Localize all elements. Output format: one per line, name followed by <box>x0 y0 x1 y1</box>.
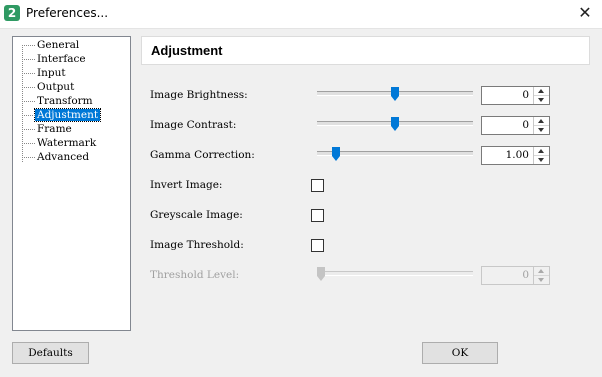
defaults-button[interactable]: Defaults <box>12 342 89 364</box>
brightness-label: Image Brightness: <box>150 89 248 101</box>
panel-header: Adjustment <box>141 36 590 65</box>
threshold-level-slider-thumb <box>317 267 325 281</box>
threshold-level-value: 0 <box>522 269 529 281</box>
gamma-spinbox[interactable]: 1.00 <box>481 146 550 165</box>
gamma-slider-thumb[interactable] <box>331 147 340 161</box>
gamma-down-icon[interactable] <box>534 156 549 164</box>
greyscale-checkbox[interactable] <box>311 209 324 222</box>
gamma-slider-track[interactable] <box>317 151 473 156</box>
category-tree[interactable]: General Interface Input Output Transform… <box>12 36 131 331</box>
brightness-slider-thumb[interactable] <box>391 87 399 101</box>
app-icon: 2 <box>4 5 20 21</box>
window-title: Preferences... <box>26 6 109 20</box>
invert-checkbox[interactable] <box>311 179 324 192</box>
contrast-down-icon[interactable] <box>534 126 549 134</box>
contrast-value[interactable]: 0 <box>522 119 529 131</box>
tree-item-interface[interactable]: Interface <box>19 53 88 66</box>
threshold-level-down-icon <box>534 276 549 284</box>
tree-item-advanced[interactable]: Advanced <box>19 151 91 164</box>
tree-item-output[interactable]: Output <box>19 81 76 94</box>
invert-label: Invert Image: <box>150 179 223 191</box>
brightness-down-icon[interactable] <box>534 96 549 104</box>
contrast-label: Image Contrast: <box>150 119 237 131</box>
threshold-level-slider-track <box>317 271 473 276</box>
tree-item-frame[interactable]: Frame <box>19 123 74 136</box>
tree-item-general[interactable]: General <box>19 39 81 52</box>
tree-item-adjustment[interactable]: Adjustment <box>19 108 102 122</box>
brightness-spinbox[interactable]: 0 <box>481 86 550 105</box>
contrast-up-icon[interactable] <box>534 117 549 126</box>
gamma-value[interactable]: 1.00 <box>506 149 529 161</box>
threshold-level-spinbox: 0 <box>481 266 550 285</box>
greyscale-label: Greyscale Image: <box>150 209 243 221</box>
brightness-value[interactable]: 0 <box>522 89 529 101</box>
threshold-level-label: Threshold Level: <box>150 269 240 281</box>
panel-title: Adjustment <box>151 43 223 58</box>
close-icon[interactable]: ✕ <box>574 3 596 23</box>
title-bar: 2 Preferences... ✕ <box>0 0 602 29</box>
tree-item-watermark[interactable]: Watermark <box>19 137 98 150</box>
threshold-label: Image Threshold: <box>150 239 244 251</box>
brightness-up-icon[interactable] <box>534 87 549 96</box>
gamma-up-icon[interactable] <box>534 147 549 156</box>
tree-item-transform[interactable]: Transform <box>19 95 95 108</box>
contrast-slider-thumb[interactable] <box>391 117 399 131</box>
threshold-checkbox[interactable] <box>311 239 324 252</box>
contrast-spinbox[interactable]: 0 <box>481 116 550 135</box>
gamma-label: Gamma Correction: <box>150 149 255 161</box>
threshold-level-up-icon <box>534 267 549 276</box>
ok-button[interactable]: OK <box>422 342 498 364</box>
tree-item-input[interactable]: Input <box>19 67 68 80</box>
